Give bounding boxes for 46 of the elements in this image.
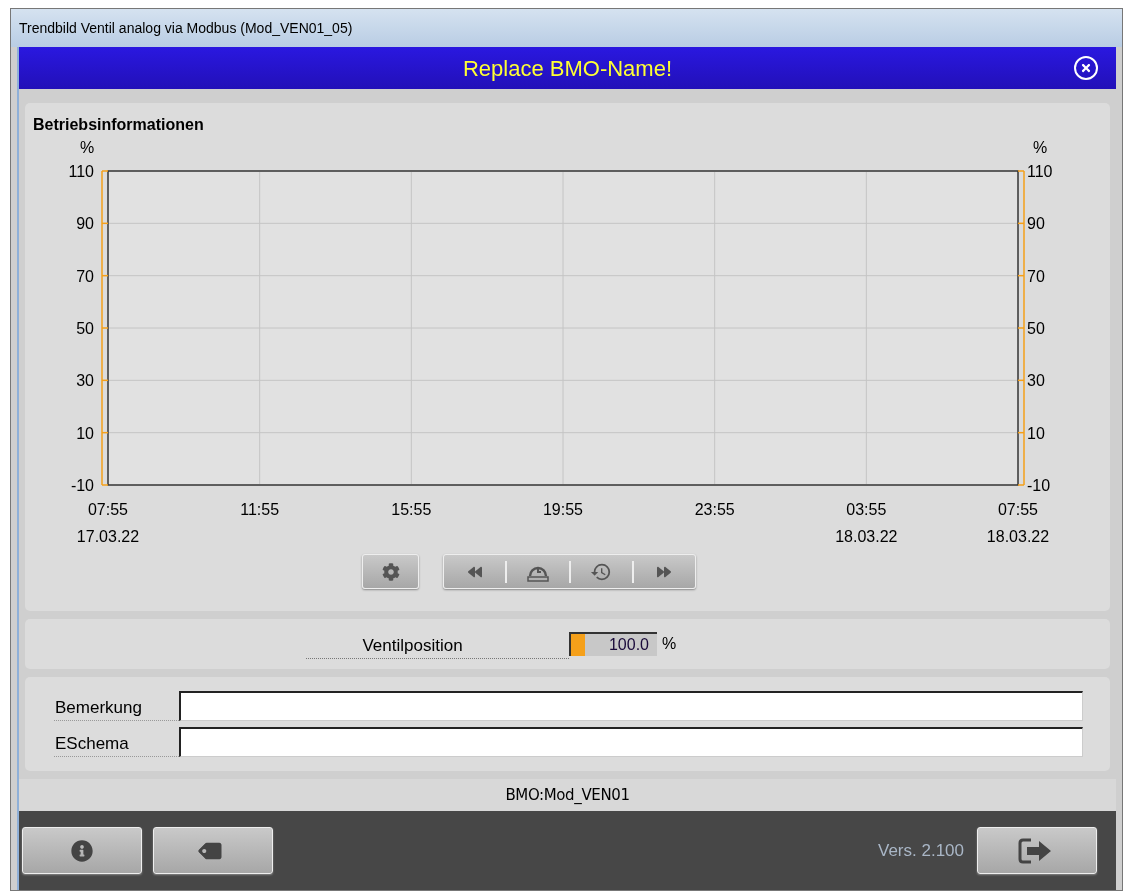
- fast-forward-icon: [657, 564, 672, 579]
- axis-unit: %: [1032, 139, 1048, 156]
- axis-tick-label: 90: [76, 215, 94, 233]
- input-field[interactable]: [179, 727, 1083, 757]
- time-label: 07:55: [88, 501, 128, 518]
- time-label: 03:55: [846, 501, 887, 518]
- axis-tick-label: 70: [1027, 267, 1045, 285]
- time-label: 19:55: [543, 501, 583, 518]
- axis-tick-label: -10: [1027, 477, 1051, 494]
- axis-tick-label: 90: [1027, 215, 1045, 233]
- time-label: 11:55: [240, 501, 280, 518]
- axis-tick-label: 10: [1027, 424, 1045, 442]
- header-title: Replace BMO-Name!: [462, 54, 673, 83]
- settings-button[interactable]: [362, 554, 419, 589]
- time-label: 07:55: [998, 501, 1038, 518]
- unit-label: %: [662, 634, 677, 654]
- status-text: BMO:Mod_VEN01: [505, 784, 630, 806]
- tag-button[interactable]: [153, 827, 273, 874]
- axis-tick-label: 30: [76, 372, 94, 390]
- exit-button[interactable]: [977, 827, 1097, 874]
- gear-icon: [381, 562, 400, 581]
- axis-tick-label: 50: [76, 320, 94, 337]
- axis-tick-label: 110: [1027, 163, 1053, 180]
- date-label: 18.03.22: [835, 528, 898, 544]
- axis-tick-label: 30: [1027, 372, 1045, 390]
- date-label: 18.03.22: [986, 528, 1050, 544]
- axis-tick-label: -10: [70, 477, 94, 494]
- rewind-icon: [467, 564, 482, 579]
- date-label: 17.03.22: [76, 528, 140, 544]
- axis-tick-label: 110: [68, 163, 94, 180]
- close-button[interactable]: [1074, 56, 1098, 80]
- time-label: 23:55: [694, 501, 735, 518]
- info-icon: [71, 839, 93, 862]
- window-title: Trendbild Ventil analog via Modbus (Mod_VEN01_05): [19, 18, 353, 38]
- axis-unit: %: [79, 139, 95, 156]
- panel-title: Betriebsinformationen: [33, 116, 204, 133]
- axis-tick-label: 70: [76, 267, 94, 285]
- axis-tick-label: 50: [1027, 320, 1045, 337]
- value-display: 100.0: [569, 632, 657, 656]
- time-label: 15:55: [391, 501, 432, 518]
- input-field[interactable]: [179, 691, 1083, 721]
- close-icon: [1080, 62, 1092, 74]
- axis-tick-label: 10: [76, 424, 94, 442]
- value-label: Ventilposition: [362, 634, 464, 657]
- info-button[interactable]: [22, 827, 142, 874]
- version-text: Vers. 2.100: [878, 839, 964, 862]
